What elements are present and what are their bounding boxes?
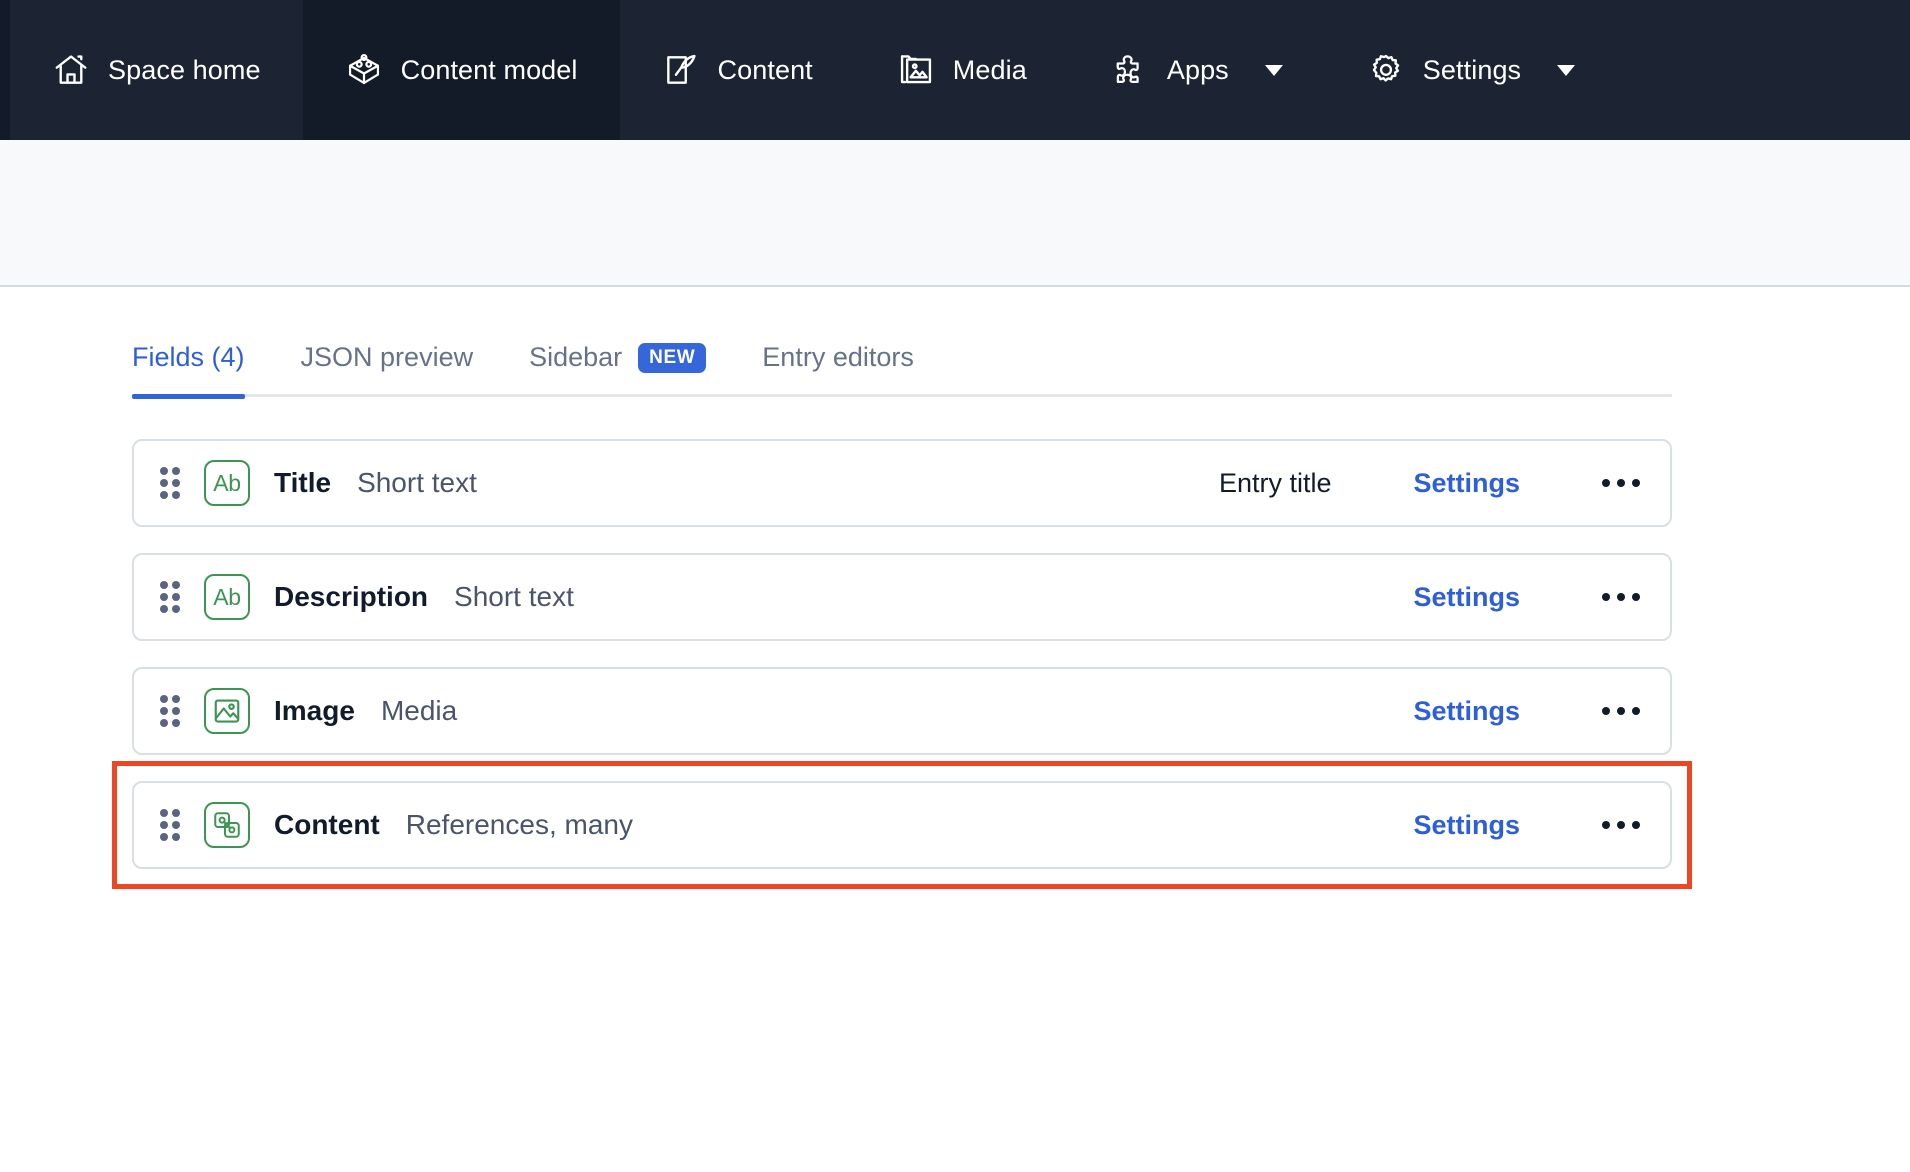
more-options-icon[interactable] [1598,471,1644,495]
apps-puzzle-icon [1111,51,1149,89]
fields-list: Ab Title Short text Entry title Settings… [112,397,1692,889]
nav-item-label: Content [717,54,813,85]
field-name: Description [274,581,429,612]
more-options-icon[interactable] [1598,813,1644,837]
settings-link[interactable]: Settings [1413,582,1520,613]
tab-label: Entry editors [762,342,914,372]
table-row[interactable]: Image Media Settings [132,667,1672,755]
tab-label: JSON preview [300,342,474,372]
tab-label: Fields (4) [132,342,245,372]
gear-icon [1367,51,1405,89]
chevron-down-icon[interactable] [1557,64,1576,76]
tab-fields[interactable]: Fields (4) [132,342,273,399]
field-type: Media [380,695,458,726]
main-content-area: Fields (4) JSON preview Sidebar NEW Entr… [0,287,1910,889]
new-badge: NEW [638,342,707,373]
table-row[interactable]: Content References, many Settings [132,781,1672,869]
more-options-icon[interactable] [1598,585,1644,609]
content-icon [662,51,700,89]
chevron-down-icon[interactable] [1264,64,1283,76]
references-icon [204,802,250,848]
tab-json-preview[interactable]: JSON preview [273,342,502,397]
tabs-container: Fields (4) JSON preview Sidebar NEW Entr… [132,287,1672,399]
nav-item-label: Settings [1422,54,1522,85]
nav-item-space-home[interactable]: Space home [10,0,303,140]
drag-handle-icon[interactable] [160,809,182,841]
field-row-title-wrapper: Ab Title Short text Entry title Settings [132,439,1672,527]
tab-list: Fields (4) JSON preview Sidebar NEW Entr… [132,342,1672,399]
drag-handle-icon[interactable] [160,467,182,499]
field-row-description-wrapper: Ab Description Short text Settings [132,553,1672,641]
tab-label: Sidebar [529,342,623,372]
settings-link[interactable]: Settings [1413,810,1520,841]
nav-item-content-model[interactable]: Content model [302,0,620,140]
media-icon [897,51,935,89]
nav-item-media[interactable]: Media [855,0,1069,140]
settings-link[interactable]: Settings [1413,468,1520,499]
media-image-icon [204,688,250,734]
short-text-ab-icon: Ab [204,460,250,506]
nav-item-label: Space home [108,54,261,85]
field-type: References, many [405,809,633,840]
nav-item-settings[interactable]: Settings [1325,0,1617,140]
nav-item-apps[interactable]: Apps [1069,0,1325,140]
content-type-header-strip [0,140,1910,287]
drag-handle-icon[interactable] [160,695,182,727]
drag-handle-icon[interactable] [160,581,182,613]
content-model-icon [345,51,383,89]
table-row[interactable]: Ab Title Short text Entry title Settings [132,439,1672,527]
nav-item-label: Apps [1166,54,1229,85]
field-name: Content [274,809,380,840]
nav-item-content[interactable]: Content [620,0,855,140]
field-type: Short text [357,467,477,498]
home-icon [52,51,90,89]
top-navigation-bar: Space home Content model Content Media A… [0,0,1910,140]
settings-link[interactable]: Settings [1413,696,1520,727]
tab-entry-editors[interactable]: Entry editors [734,342,942,397]
nav-item-label: Media [952,54,1027,85]
more-options-icon[interactable] [1598,699,1644,723]
tab-sidebar[interactable]: Sidebar NEW [501,342,734,397]
table-row[interactable]: Ab Description Short text Settings [132,553,1672,641]
entry-title-badge: Entry title [1218,467,1332,498]
short-text-ab-icon: Ab [204,574,250,620]
field-name: Image [274,695,355,726]
field-row-content-wrapper: Content References, many Settings [112,761,1692,889]
nav-item-label: Content model [400,54,578,85]
field-name: Title [274,467,332,498]
field-type: Short text [454,581,574,612]
field-row-image-wrapper: Image Media Settings [132,667,1672,755]
